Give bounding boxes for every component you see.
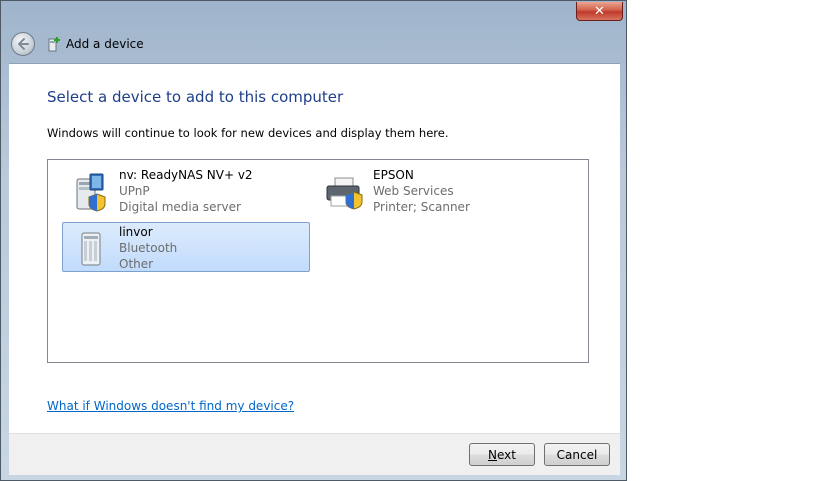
next-button[interactable]: Next [469, 443, 535, 466]
add-device-icon [48, 37, 60, 52]
back-button[interactable] [11, 32, 35, 56]
device-item-linvor[interactable]: linvor Bluetooth Other [62, 222, 310, 272]
title-bar: Add a device [9, 31, 618, 63]
back-arrow-icon [18, 38, 29, 50]
device-list[interactable]: nv: ReadyNAS NV+ v2 UPnP Digital media s… [47, 159, 589, 363]
add-device-window: ✕ Add a device Select a device to add to… [0, 0, 627, 481]
device-protocol: Bluetooth [119, 241, 178, 255]
device-protocol: UPnP [119, 184, 150, 198]
close-button[interactable]: ✕ [576, 2, 623, 21]
device-name: nv: ReadyNAS NV+ v2 [119, 168, 253, 182]
device-name: linvor [119, 225, 153, 239]
page-instructions: Windows will continue to look for new de… [47, 126, 449, 140]
device-protocol: Web Services [373, 184, 454, 198]
device-item-epson[interactable]: EPSON Web Services Printer; Scanner [316, 165, 564, 215]
generic-device-icon [81, 232, 101, 266]
cancel-button[interactable]: Cancel [544, 443, 610, 466]
printer-icon [326, 177, 363, 210]
help-link[interactable]: What if Windows doesn't find my device? [47, 399, 294, 413]
footer-bar: Next Cancel [9, 433, 620, 475]
device-item-readynas[interactable]: nv: ReadyNAS NV+ v2 UPnP Digital media s… [62, 165, 310, 215]
page-heading: Select a device to add to this computer [47, 88, 344, 106]
close-icon: ✕ [594, 3, 605, 19]
nas-media-server-icon [76, 173, 106, 212]
main-content: Select a device to add to this computer … [9, 63, 620, 434]
window-title: Add a device [66, 37, 144, 51]
device-type: Printer; Scanner [373, 200, 470, 214]
device-type: Other [119, 257, 154, 271]
device-name: EPSON [373, 168, 414, 182]
device-type: Digital media server [119, 200, 241, 214]
